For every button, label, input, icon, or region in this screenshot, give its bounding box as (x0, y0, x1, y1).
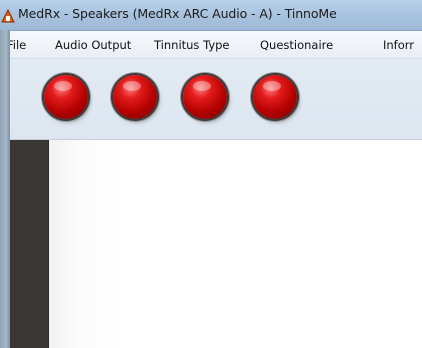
menu-bar: File Audio Output Tinnitus Type Question… (10, 31, 422, 59)
menu-file[interactable]: File (10, 38, 26, 52)
red-indicator-1[interactable] (44, 75, 88, 119)
red-indicator-4[interactable] (253, 75, 297, 119)
red-indicator-3[interactable] (183, 75, 227, 119)
menu-questionaire[interactable]: Questionaire (260, 38, 333, 52)
window-title: MedRx - Speakers (MedRx ARC Audio - A) -… (18, 6, 337, 21)
medrx-app-icon[interactable] (0, 8, 16, 24)
indicator-toolbar (10, 59, 422, 140)
title-bar[interactable]: MedRx - Speakers (MedRx ARC Audio - A) -… (0, 0, 422, 31)
content-area (49, 140, 422, 348)
window-left-border (0, 30, 10, 348)
menu-tinnitus-type[interactable]: Tinnitus Type (154, 38, 230, 52)
menu-information[interactable]: Inforr (383, 38, 414, 52)
menu-audio-output[interactable]: Audio Output (55, 38, 131, 52)
application-window: MedRx - Speakers (MedRx ARC Audio - A) -… (0, 0, 422, 348)
side-panel (10, 140, 49, 348)
red-indicator-2[interactable] (113, 75, 157, 119)
